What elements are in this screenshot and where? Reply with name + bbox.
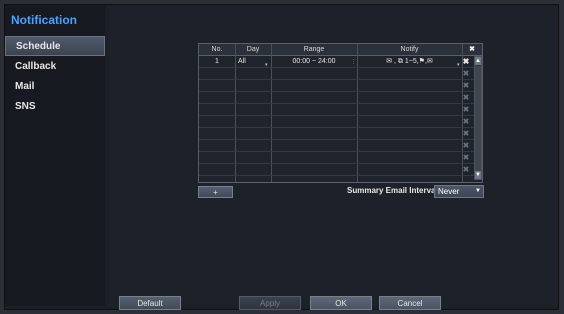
delete-icon: ✖ — [462, 165, 470, 174]
scroll-down-icon[interactable]: ▼ — [475, 171, 481, 179]
row-notify[interactable]: ✉ , ⧉ 1~5,⚑,✉ — [357, 56, 462, 68]
sidebar: Notification Schedule Callback Mail SNS — [5, 5, 105, 306]
default-button[interactable]: Default — [119, 296, 181, 310]
delete-icon: ✖ — [462, 141, 470, 150]
scroll-thumb[interactable] — [475, 66, 481, 172]
row-range[interactable]: 00:00 ~ 24:00 — [271, 56, 357, 68]
row-no: 1 — [215, 58, 219, 65]
table-row: ✖ — [199, 164, 482, 176]
delete-icon[interactable]: ✖ — [462, 57, 470, 67]
table-row: ✖ — [199, 128, 482, 140]
row-day[interactable]: All — [235, 56, 274, 68]
sidebar-item-mail[interactable]: Mail — [5, 77, 105, 97]
header-range: Range — [303, 46, 325, 53]
sidebar-item-callback[interactable]: Callback — [5, 57, 105, 77]
table-header: No. Day Range Notify ✖ — [199, 44, 482, 56]
table-scrollbar[interactable]: ▲ ▼ — [474, 56, 482, 180]
table-row: ✖ — [199, 104, 482, 116]
x-icon[interactable]: ✖ — [462, 44, 482, 55]
delete-icon: ✖ — [462, 117, 470, 126]
summary-email-interval-label: Summary Email Interval — [347, 186, 438, 195]
summary-email-interval-value: Never — [438, 187, 460, 196]
delete-icon: ✖ — [462, 105, 470, 114]
schedule-table: No. Day Range Notify ✖ 1 All ▾ 00:00 ~ 2… — [198, 43, 483, 183]
header-notify: Notify — [400, 46, 419, 53]
sidebar-item-schedule[interactable]: Schedule — [5, 36, 105, 56]
table-row: ✖ — [199, 152, 482, 164]
apply-button[interactable]: Apply — [239, 296, 301, 310]
add-button[interactable]: + — [198, 186, 233, 198]
table-row: ✖ — [199, 140, 482, 152]
summary-email-interval-select[interactable]: Never ▼ — [434, 185, 484, 198]
table-row: ✖ — [199, 92, 482, 104]
header-day: Day — [246, 46, 260, 53]
sidebar-title: Notification — [11, 13, 77, 27]
table-row: ✖ — [199, 68, 482, 80]
sidebar-item-sns[interactable]: SNS — [5, 97, 105, 117]
chevron-up-down-icon: ⋮ — [351, 59, 356, 65]
ok-button[interactable]: OK — [310, 296, 372, 310]
delete-icon: ✖ — [462, 93, 470, 102]
table-row: ✖ — [199, 80, 482, 92]
delete-icon: ✖ — [462, 69, 470, 78]
table-row: ✖ — [199, 116, 482, 128]
chevron-down-icon: ▼ — [475, 188, 481, 194]
delete-icon: ✖ — [462, 153, 470, 162]
header-no: No. — [211, 46, 223, 53]
cancel-button[interactable]: Cancel — [379, 296, 441, 310]
delete-icon: ✖ — [462, 129, 470, 138]
delete-icon: ✖ — [462, 81, 470, 90]
table-row[interactable]: 1 All ▾ 00:00 ~ 24:00 ⋮ ✉ , ⧉ 1~5,⚑,✉ ▾ … — [199, 56, 482, 68]
scroll-up-icon[interactable]: ▲ — [475, 57, 481, 65]
